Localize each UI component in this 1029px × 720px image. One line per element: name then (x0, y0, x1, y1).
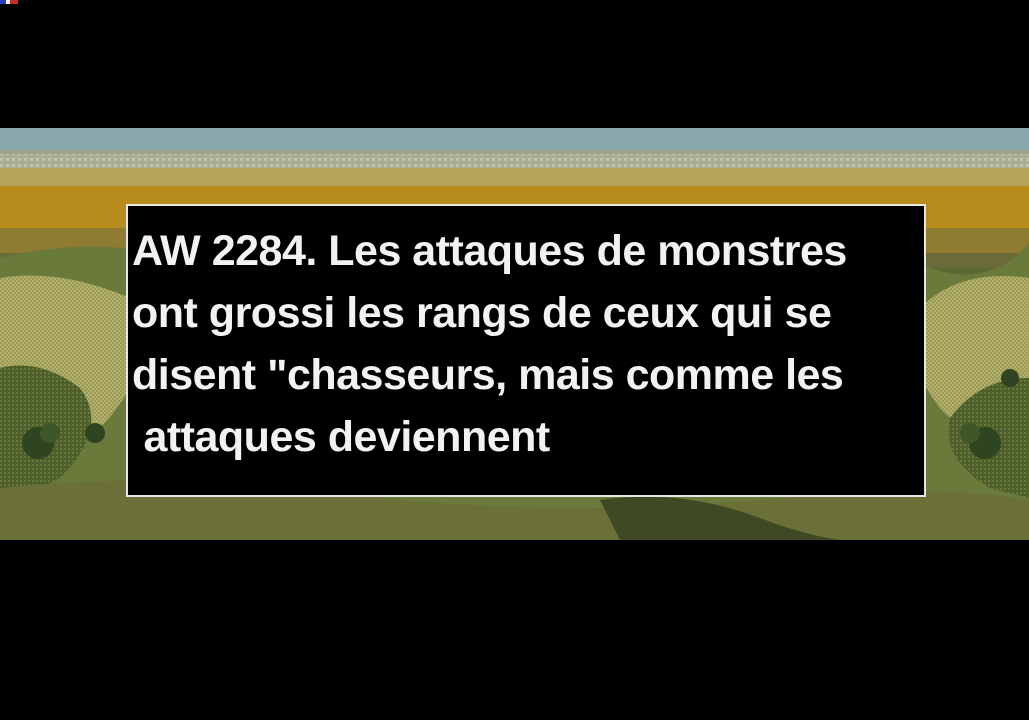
dialog-box[interactable]: AW 2284. Les attaques de monstres ont gr… (126, 204, 926, 497)
tree-icon (1001, 369, 1019, 387)
tree-icon (85, 423, 105, 443)
emulator-indicator (0, 0, 18, 4)
dialog-line-4: attaques deviennent (132, 413, 550, 461)
dialog-text: AW 2284. Les attaques de monstres ont gr… (132, 220, 922, 468)
dialog-line-1: AW 2284. Les attaques de monstres (132, 227, 847, 275)
game-screen: AW 2284. Les attaques de monstres ont gr… (0, 0, 1029, 720)
dialog-line-2: ont grossi les rangs de ceux qui se (132, 289, 832, 337)
dialog-line-3: disent "chasseurs, mais comme les (132, 351, 844, 399)
